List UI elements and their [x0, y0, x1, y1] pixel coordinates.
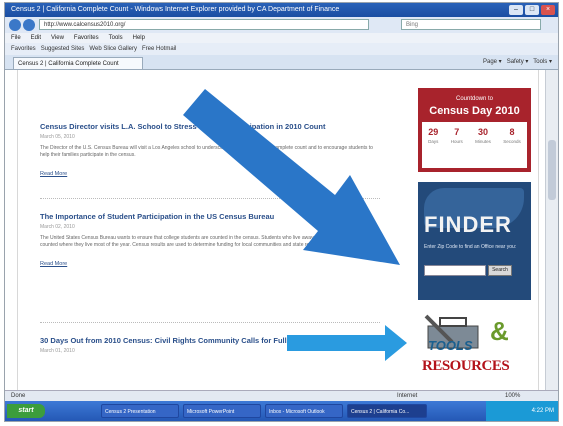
small-arrow-shape	[287, 325, 407, 361]
taskbar-item[interactable]: Microsoft PowerPoint	[183, 404, 261, 418]
taskbar-item[interactable]: Census 2 Presentation	[101, 404, 179, 418]
annotation-arrows	[183, 89, 407, 361]
start-button[interactable]: start	[7, 404, 45, 418]
big-arrow-shape	[183, 89, 400, 265]
browser-screenshot: Census 2 | California Complete Count - W…	[4, 2, 559, 422]
taskbar-item[interactable]: Inbox - Microsoft Outlook	[265, 404, 343, 418]
clock: 4:22 PM	[531, 408, 554, 414]
taskbar-item-active[interactable]: Census 2 | California Co...	[347, 404, 427, 418]
system-tray: 4:22 PM	[486, 401, 558, 421]
windows-taskbar: start Census 2 Presentation Microsoft Po…	[5, 401, 558, 421]
